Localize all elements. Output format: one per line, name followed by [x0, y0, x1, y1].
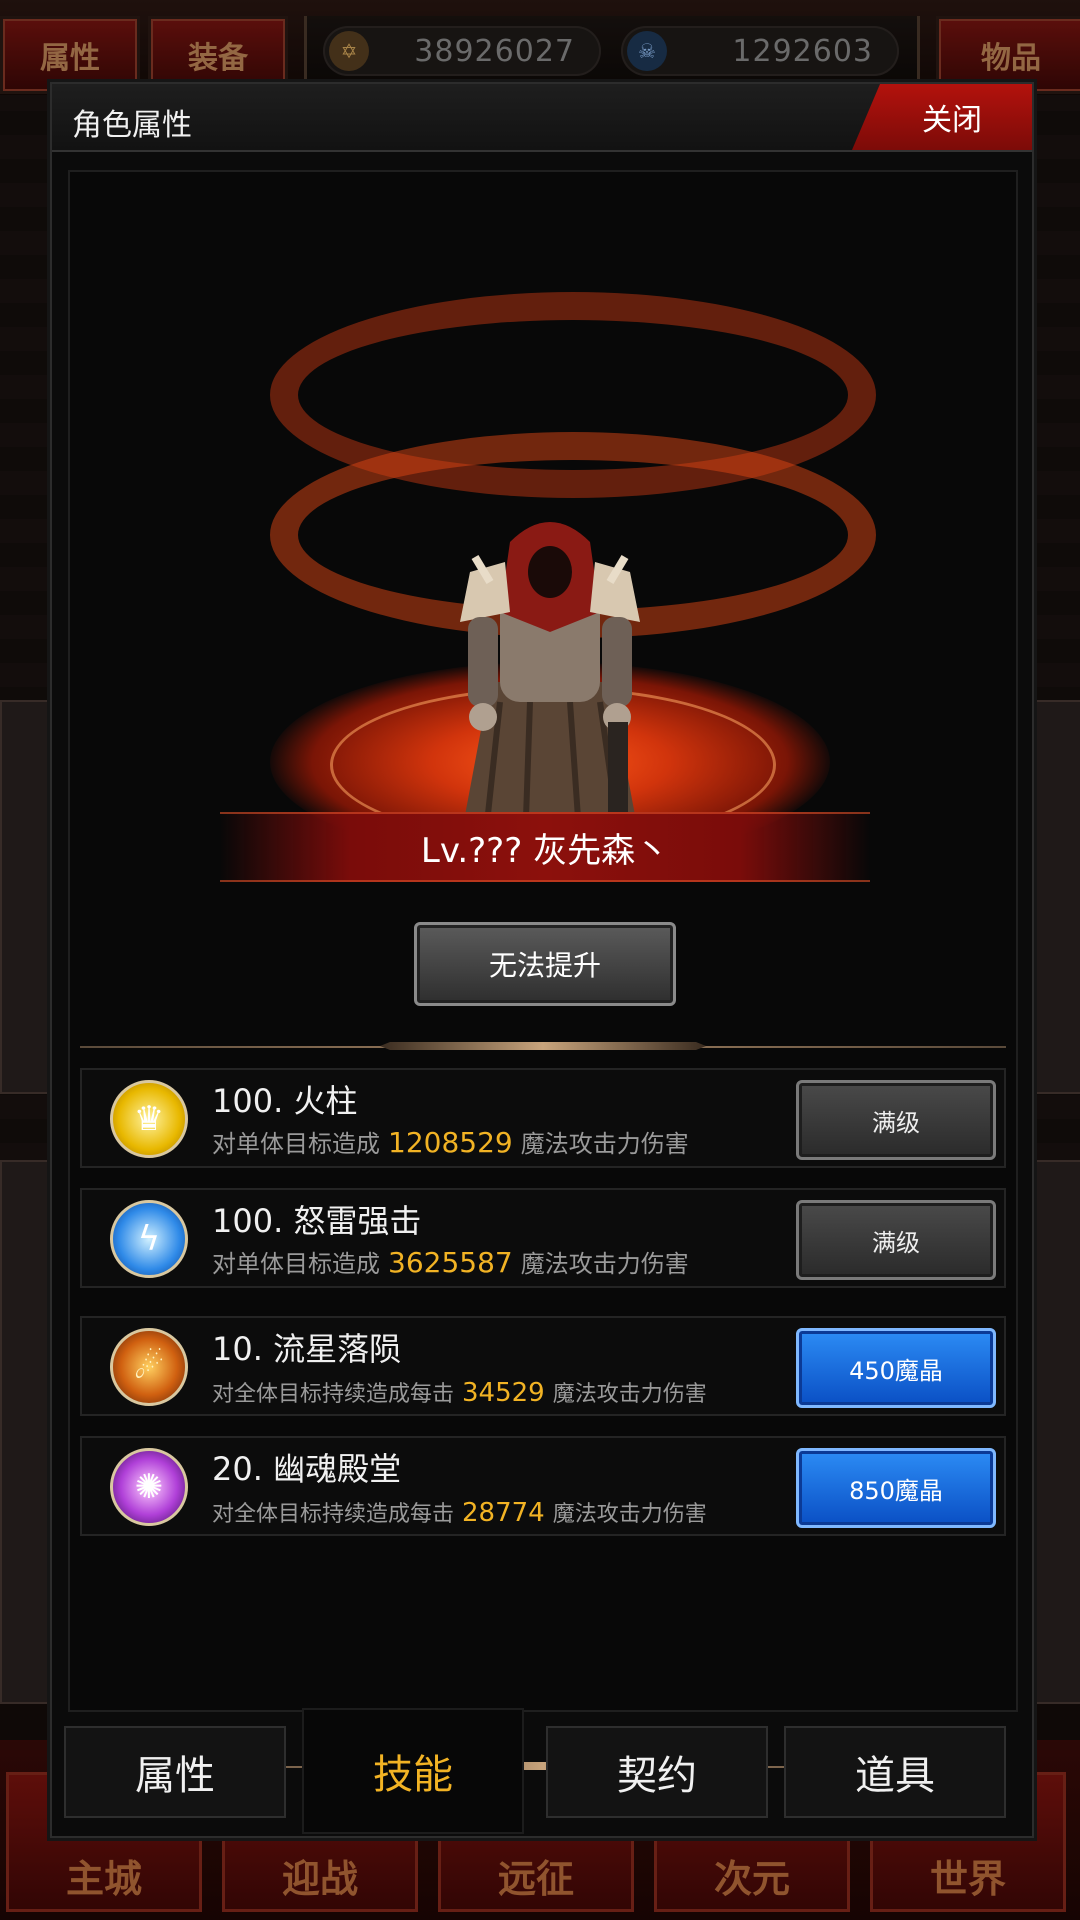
- damage-value: 28774: [462, 1498, 545, 1528]
- skill-name: 100. 怒雷强击: [212, 1202, 422, 1240]
- upgrade-skill-button[interactable]: 450魔晶: [796, 1328, 996, 1408]
- max-level-button[interactable]: 满级: [796, 1200, 996, 1280]
- fire-pillar-icon: ♛: [110, 1080, 188, 1158]
- bottom-tabs: 属性 技能 契约 道具: [52, 1708, 1032, 1836]
- thunder-strike-icon: ϟ: [110, 1200, 188, 1278]
- modal-title: 角色属性: [72, 108, 192, 143]
- damage-value: 1208529: [388, 1126, 513, 1159]
- tab-skills[interactable]: 技能: [302, 1708, 524, 1834]
- desc-text: 魔法攻击力伤害: [520, 1130, 689, 1158]
- skill-name: 100. 火柱: [212, 1082, 358, 1120]
- tab-attributes[interactable]: 属性: [64, 1726, 286, 1818]
- desc-text: 对全体目标持续造成每击: [212, 1382, 455, 1407]
- character-model: [460, 522, 640, 852]
- modal-content: Lv.??? 灰先森丶 无法提升 ♛ 100. 火柱 对单体目标造成 120852…: [68, 170, 1018, 1712]
- skill-description: 对单体目标造成 1208529 魔法攻击力伤害: [212, 1124, 689, 1159]
- skill-row: ♛ 100. 火柱 对单体目标造成 1208529 魔法攻击力伤害 满级: [80, 1068, 1006, 1168]
- skill-name: 10. 流星落陨: [212, 1330, 402, 1368]
- desc-text: 魔法攻击力伤害: [552, 1502, 707, 1527]
- damage-value: 34529: [462, 1378, 545, 1408]
- skill-row: ✺ 20. 幽魂殿堂 对全体目标持续造成每击 28774 魔法攻击力伤害 850魔晶: [80, 1436, 1006, 1536]
- tab-items[interactable]: 道具: [784, 1726, 1006, 1818]
- skill-description: 对全体目标持续造成每击 28774 魔法攻击力伤害: [212, 1496, 707, 1528]
- damage-value: 3625587: [388, 1246, 513, 1279]
- top-divider: [80, 1046, 1006, 1048]
- upgrade-button[interactable]: 无法提升: [414, 922, 676, 1006]
- character-name-banner: Lv.??? 灰先森丶: [220, 812, 870, 882]
- divider-ornament: [380, 1042, 706, 1050]
- character-stage: Lv.??? 灰先森丶 无法提升: [70, 172, 1016, 1006]
- character-attributes-modal: 角色属性 关闭 Lv.??? 灰先森丶 无法提升 ♛ 100. 火柱 对单体目标…: [50, 82, 1034, 1838]
- desc-text: 对单体目标造成: [212, 1250, 380, 1278]
- desc-text: 对单体目标造成: [212, 1130, 380, 1158]
- skill-description: 对全体目标持续造成每击 34529 魔法攻击力伤害: [212, 1376, 707, 1408]
- modal-header: 角色属性 关闭: [52, 84, 1032, 152]
- desc-text: 魔法攻击力伤害: [520, 1250, 689, 1278]
- max-level-button[interactable]: 满级: [796, 1080, 996, 1160]
- desc-text: 魔法攻击力伤害: [552, 1382, 707, 1407]
- skill-row: ϟ 100. 怒雷强击 对单体目标造成 3625587 魔法攻击力伤害 满级: [80, 1188, 1006, 1288]
- close-button[interactable]: 关闭: [852, 84, 1032, 150]
- skill-description: 对单体目标造成 3625587 魔法攻击力伤害: [212, 1244, 689, 1279]
- tab-contract[interactable]: 契约: [546, 1726, 768, 1818]
- desc-text: 对全体目标持续造成每击: [212, 1502, 455, 1527]
- skill-row: ☄ 10. 流星落陨 对全体目标持续造成每击 34529 魔法攻击力伤害 450魔晶: [80, 1316, 1006, 1416]
- upgrade-skill-button[interactable]: 850魔晶: [796, 1448, 996, 1528]
- ghost-hall-icon: ✺: [110, 1448, 188, 1526]
- meteor-icon: ☄: [110, 1328, 188, 1406]
- skill-name: 20. 幽魂殿堂: [212, 1450, 402, 1488]
